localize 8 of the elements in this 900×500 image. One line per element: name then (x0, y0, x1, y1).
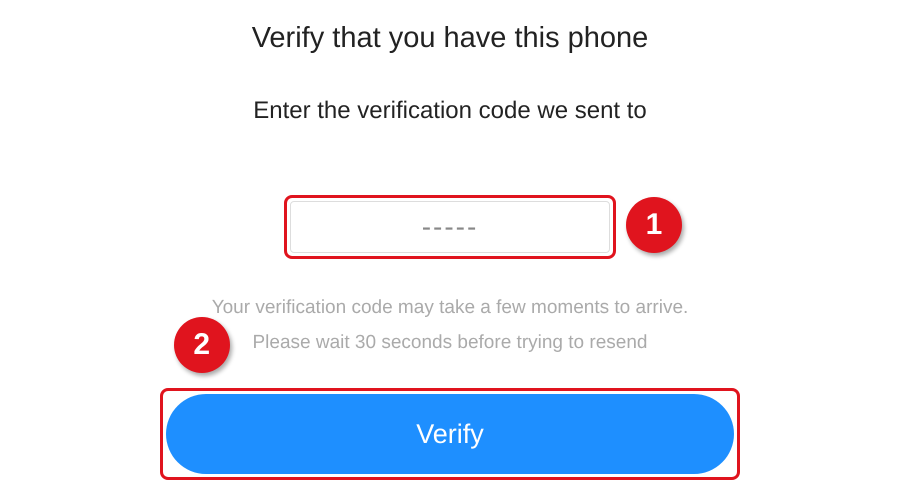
callout-badge: 1 (626, 197, 682, 253)
callout-badge: 2 (174, 317, 230, 373)
verify-button[interactable]: Verify (166, 394, 734, 474)
code-input-field[interactable]: ----- (290, 201, 610, 253)
page-title: Verify that you have this phone (252, 22, 648, 55)
hint-text: Your verification code may take a few moments to arrive. (212, 297, 688, 319)
hint-text: Please wait 30 seconds before trying to resend (252, 332, 648, 354)
instruction-text: Enter the verification code we sent to (253, 97, 647, 125)
